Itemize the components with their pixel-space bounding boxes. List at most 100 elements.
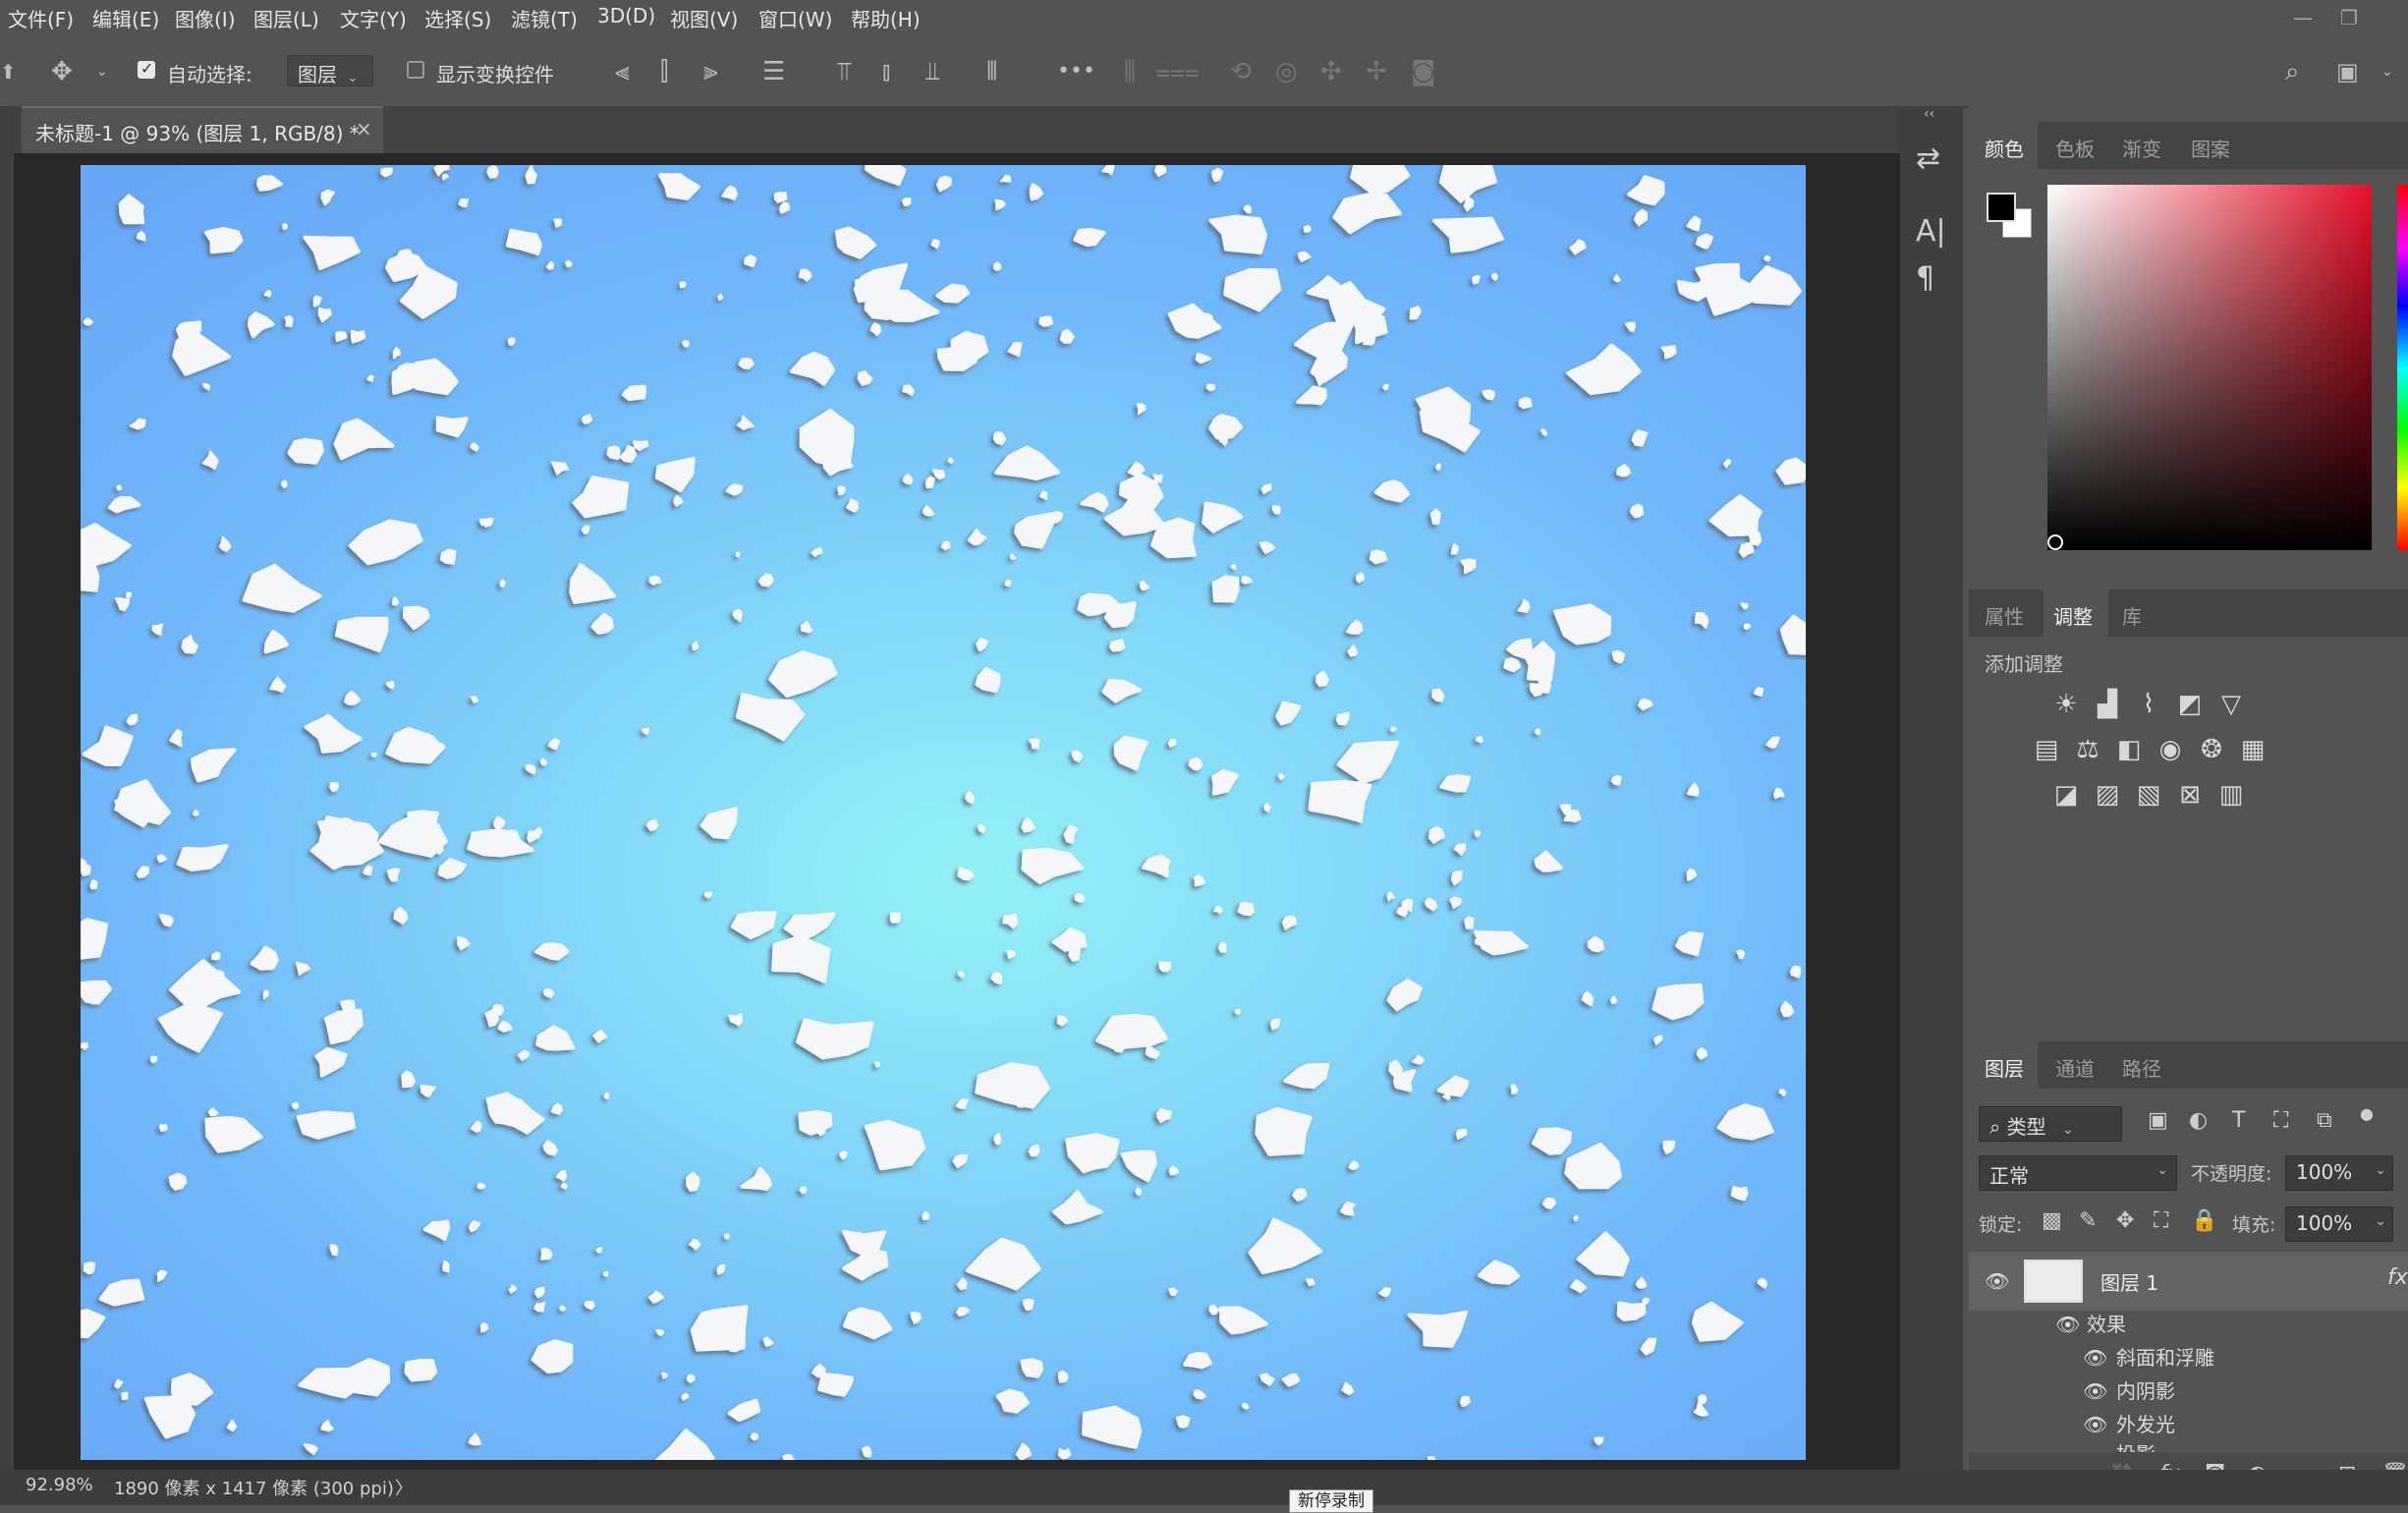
effect-bevel-emboss[interactable]: 斜面和浮雕 (2116, 1342, 2214, 1371)
toolbar-strip[interactable] (0, 108, 14, 1484)
align-top-icon[interactable]: ⫪ (837, 57, 852, 86)
filter-toggle-icon[interactable]: ● (2360, 1104, 2374, 1123)
minimize-button[interactable]: — (2293, 6, 2313, 29)
menu-select[interactable]: 选择(S) (424, 4, 491, 32)
levels-icon[interactable]: ▟ (2091, 690, 2124, 719)
effects-eye-icon[interactable]: 👁 (2055, 1313, 2080, 1336)
color-picker-cursor[interactable] (2047, 534, 2063, 550)
status-arrow-icon[interactable]: 〉 (395, 1475, 413, 1500)
posterize-icon[interactable]: ▨ (2091, 780, 2124, 810)
channel-mixer-icon[interactable]: ❂ (2195, 735, 2228, 764)
align-vcenter-icon[interactable]: ⫾ (882, 57, 890, 86)
layer-row[interactable]: 👁 图层 1 fx (1969, 1252, 2408, 1311)
filter-type-icon[interactable]: T (2232, 1108, 2245, 1133)
exposure-icon[interactable]: ◩ (2173, 690, 2207, 719)
black-white-icon[interactable]: ◧ (2112, 735, 2146, 764)
menu-view[interactable]: 视图(V) (670, 4, 738, 32)
chevron-down-icon[interactable]: ⌄ (96, 57, 108, 86)
paragraph-icon[interactable]: ¶ (1916, 261, 1934, 296)
lock-artboard-icon[interactable]: ⛶ (2154, 1208, 2168, 1233)
lock-position-icon[interactable]: ✥ (2116, 1208, 2134, 1233)
tab-layers[interactable]: 图层 (1985, 1053, 2024, 1082)
lock-image-icon[interactable]: ✎ (2079, 1208, 2097, 1233)
layer-fx-badge[interactable]: fx (2387, 1265, 2408, 1290)
tab-libraries[interactable]: 库 (2122, 601, 2142, 630)
menu-edit[interactable]: 编辑(E) (92, 4, 159, 32)
tab-swatches[interactable]: 色板 (2055, 134, 2095, 162)
tab-channels[interactable]: 通道 (2055, 1053, 2095, 1082)
align-right-icon[interactable]: ⫸ (703, 57, 718, 86)
filter-pixel-icon[interactable]: ▣ (2148, 1108, 2168, 1133)
menu-window[interactable]: 窗口(W) (758, 4, 832, 32)
tab-color[interactable]: 颜色 (1985, 134, 2024, 162)
hue-slider[interactable] (2397, 185, 2408, 550)
opacity-input[interactable]: 100% ⌄ (2285, 1155, 2393, 1191)
effect-outer-glow[interactable]: 外发光 (2116, 1409, 2175, 1437)
distribute-vertical-icon[interactable]: ☰ (762, 57, 785, 86)
document-info[interactable]: 1890 像素 x 1417 像素 (300 ppi) (114, 1475, 394, 1500)
collapse-icon[interactable]: ‹‹ (1924, 106, 1934, 122)
menu-layer[interactable]: 图层(L) (253, 4, 319, 32)
zoom-level[interactable]: 92.98% (26, 1475, 93, 1495)
show-transform-checkbox[interactable] (407, 61, 424, 79)
fill-input[interactable]: 100% ⌄ (2285, 1206, 2393, 1242)
align-hcenter-icon[interactable]: ⫿ (660, 57, 668, 86)
selective-color-icon[interactable]: ⊠ (2173, 780, 2207, 810)
effect-eye-icon[interactable]: 👁 (2083, 1346, 2107, 1370)
move-icon[interactable]: ✥ (51, 57, 73, 86)
curves-icon[interactable]: ⌇ (2132, 690, 2165, 719)
restore-button[interactable]: ❐ (2340, 6, 2358, 29)
layer-filter-dropdown[interactable]: ⌕ 类型 ⌄ (1979, 1106, 2122, 1142)
layer-name[interactable]: 图层 1 (2100, 1267, 2158, 1296)
tab-paths[interactable]: 路径 (2122, 1053, 2161, 1082)
tab-gradients[interactable]: 渐变 (2122, 134, 2161, 162)
auto-select-checkbox[interactable] (138, 59, 155, 79)
menu-filter[interactable]: 滤镜(T) (511, 4, 578, 32)
chevron-down-icon[interactable]: ⌄ (2381, 57, 2393, 86)
tab-properties[interactable]: 属性 (1985, 601, 2024, 630)
3d-roll-icon[interactable]: ◎ (1275, 57, 1298, 86)
effect-inner-shadow[interactable]: 内阴影 (2116, 1375, 2175, 1404)
document-tab[interactable]: 未标题-1 @ 93% (图层 1, RGB/8) * × (22, 106, 383, 153)
3d-orbit-icon[interactable]: ⟲ (1230, 57, 1252, 86)
image-canvas[interactable] (81, 165, 1806, 1460)
more-options-button[interactable]: ••• (1057, 57, 1095, 86)
gradient-map-icon[interactable]: ▥ (2214, 780, 2248, 810)
menu-help[interactable]: 帮助(H) (851, 4, 921, 32)
invert-icon[interactable]: ◪ (2049, 780, 2083, 810)
align-bottom-icon[interactable]: ⫫ (925, 57, 940, 86)
color-lookup-icon[interactable]: ▦ (2236, 735, 2269, 764)
distribute-spacing-2-icon[interactable]: ⩶ (1155, 57, 1200, 86)
history-icon[interactable]: ⇄ (1916, 141, 1940, 176)
visibility-eye-icon[interactable]: 👁 (1985, 1269, 2009, 1293)
effect-eye-icon[interactable]: 👁 (2083, 1413, 2107, 1436)
menu-file[interactable]: 文件(F) (8, 4, 74, 32)
search-icon[interactable]: ⌕ (2285, 57, 2300, 86)
lock-all-icon[interactable]: 🔒 (2191, 1208, 2217, 1233)
filter-shape-icon[interactable]: ⛶ (2273, 1108, 2288, 1133)
lock-transparent-icon[interactable]: ▩ (2042, 1208, 2062, 1233)
filter-adjustment-icon[interactable]: ◐ (2189, 1108, 2208, 1133)
threshold-icon[interactable]: ▧ (2132, 780, 2165, 810)
tool-preset-icon[interactable]: ⬆ (0, 57, 17, 86)
vibrance-icon[interactable]: ▽ (2214, 690, 2248, 719)
close-tab-button[interactable]: × (356, 117, 372, 140)
menu-image[interactable]: 图像(I) (175, 4, 236, 32)
tab-adjustments[interactable]: 调整 (2053, 601, 2093, 630)
distribute-horizontal-icon[interactable]: ⦀ (986, 57, 997, 86)
character-icon[interactable]: A| (1916, 214, 1946, 249)
3d-camera-icon[interactable]: ◙ (1411, 57, 1435, 86)
align-left-icon[interactable]: ⫷ (615, 57, 630, 86)
effect-eye-icon[interactable]: 👁 (2083, 1379, 2107, 1403)
3d-drag-icon[interactable]: ✣ (1320, 57, 1342, 86)
effect-drop-shadow[interactable]: 投影 (2116, 1438, 2156, 1452)
distribute-spacing-icon[interactable]: ⫼ (1124, 57, 1136, 86)
workspace-icon[interactable]: ▣ (2336, 57, 2359, 86)
tab-patterns[interactable]: 图案 (2191, 134, 2230, 162)
brightness-icon[interactable]: ☀ (2049, 690, 2083, 719)
foreground-color-swatch[interactable] (1987, 193, 2016, 222)
color-picker-field[interactable] (2047, 185, 2372, 550)
3d-slide-icon[interactable]: ✢ (1366, 57, 1387, 86)
blend-mode-dropdown[interactable]: 正常 ⌄ (1979, 1155, 2177, 1191)
auto-select-target-dropdown[interactable]: 图层 ⌄ (287, 55, 373, 86)
